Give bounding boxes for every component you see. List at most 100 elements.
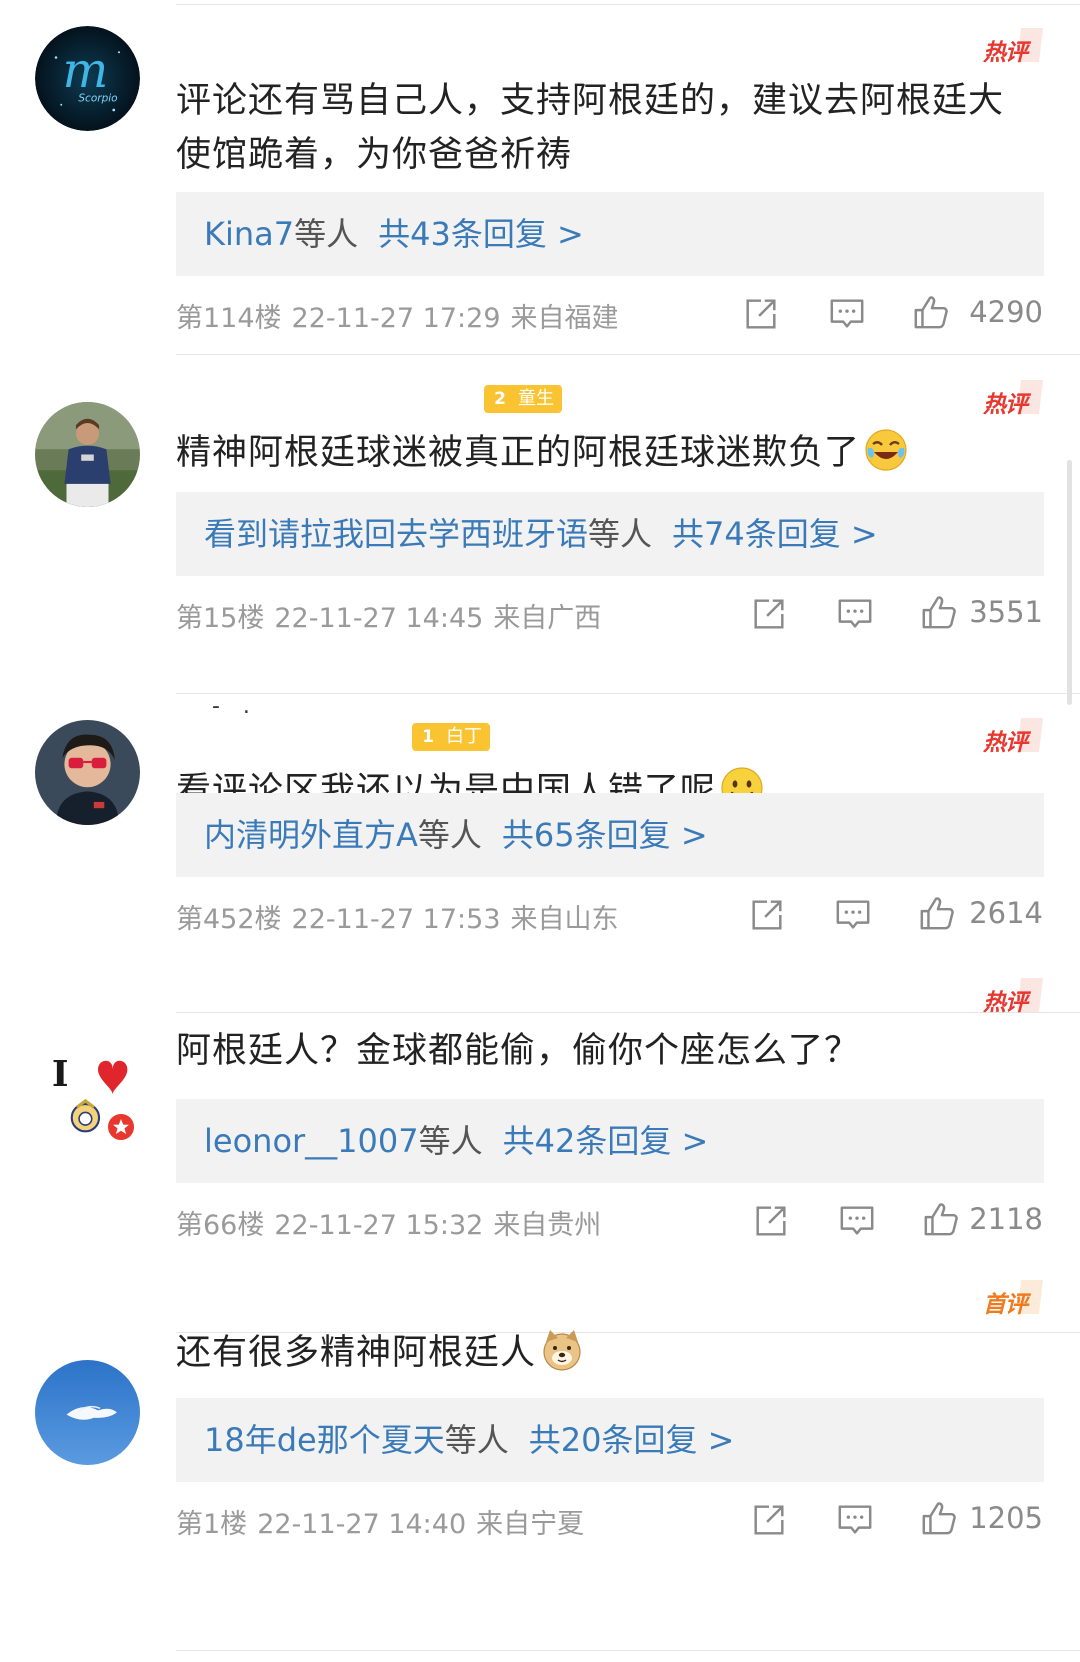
reply-count-link[interactable]: 共42条回复 > [503, 1122, 709, 1160]
badge-level-number: 1 [422, 727, 434, 747]
doge-emoji [540, 1328, 584, 1372]
reply-count-link[interactable]: 共43条回复 > [378, 215, 584, 253]
username[interactable]: - . [212, 694, 258, 719]
reply-count-link[interactable]: 共20条回复 > [529, 1421, 735, 1459]
floor-number: 第114楼 [176, 303, 282, 334]
comment-datetime: 22-11-27 14:45 [274, 603, 484, 634]
scrollbar[interactable] [1067, 460, 1072, 705]
reply-summary[interactable]: 18年de那个夏天等人 共20条回复 > [176, 1398, 1044, 1482]
reply-summary[interactable]: leonor__1007等人 共42条回复 > [176, 1099, 1044, 1183]
hot-comment-badge: 热评 [981, 378, 1043, 418]
avatar[interactable] [35, 720, 140, 825]
reply-count-link[interactable]: 共74条回复 > [672, 515, 878, 553]
floor-number: 第15楼 [176, 603, 265, 634]
comment-location: 来自贵州 [493, 1210, 602, 1241]
comment-meta: 第1楼 22-11-27 14:40 来自宁夏 [176, 1502, 594, 1541]
share-icon[interactable] [750, 1501, 788, 1539]
comment-datetime: 22-11-27 17:53 [291, 904, 501, 935]
scorpio-avatar-image: m Scorpio [35, 26, 140, 131]
share-icon[interactable] [748, 896, 786, 934]
comment-body: 精神阿根廷球迷被真正的阿根廷球迷欺负了 [176, 433, 861, 473]
svg-text:m: m [62, 43, 108, 99]
floor-number: 第452楼 [176, 904, 282, 935]
comment-datetime: 22-11-27 14:40 [257, 1509, 467, 1540]
reply-summary[interactable]: Kina7等人 共43条回复 > [176, 192, 1044, 276]
reply-names[interactable]: 18年de那个夏天 [204, 1421, 445, 1459]
hot-badge-label: 热评 [983, 990, 1028, 1016]
thumbs-up-icon[interactable] [912, 293, 950, 331]
comment-text: 精神阿根廷球迷被真正的阿根廷球迷欺负了 [176, 426, 1036, 480]
floor-number: 第66楼 [176, 1210, 265, 1241]
reply-names[interactable]: leonor__1007 [204, 1122, 419, 1160]
verified-star-badge [106, 1112, 136, 1142]
comment-item: - . 1 白丁 热评 看评论区我还以为是中国人错了呢 内清明外直方A等人 共65… [0, 694, 1080, 1013]
avatar[interactable] [35, 402, 140, 507]
reply-count-link[interactable]: 共65条回复 > [502, 816, 708, 854]
comment-item: I 热评 阿根廷人？金球都能偷，偷你个座怎么了？ leonor__1007等人共… [0, 978, 1080, 1333]
hot-comment-badge: 热评 [981, 26, 1043, 66]
floor-number: 第1楼 [176, 1509, 248, 1540]
like-count: 2118 [969, 1202, 1043, 1236]
share-icon[interactable] [750, 595, 788, 633]
comment-datetime: 22-11-27 17:29 [291, 303, 501, 334]
badge-level-number: 2 [494, 389, 506, 409]
comment-meta: 第15楼 22-11-27 14:45 来自广西 [176, 596, 611, 635]
comment-icon[interactable] [834, 896, 872, 934]
comment-meta: 第66楼 22-11-27 15:32 来自贵州 [176, 1203, 611, 1242]
comment-icon[interactable] [838, 1202, 876, 1240]
like-count: 3551 [969, 595, 1043, 629]
comment-body: 评论还有骂自己人，支持阿根廷的，建议去阿根廷大使馆跪着，为你爸爸祈祷 [176, 81, 1005, 175]
avatar[interactable] [35, 1360, 140, 1465]
reply-names[interactable]: 看到请拉我回去学西班牙语 [204, 515, 588, 553]
thumbs-up-icon[interactable] [918, 894, 956, 932]
reply-summary[interactable]: 内清明外直方A等人 共65条回复 > [176, 793, 1044, 877]
comment-meta: 第452楼 22-11-27 17:53 来自山东 [176, 897, 629, 936]
share-icon[interactable] [742, 295, 780, 333]
comment-text: 阿根廷人？金球都能偷，偷你个座怎么了？ [176, 1024, 1036, 1078]
reply-etal: 等人 [418, 1122, 483, 1160]
reply-summary[interactable]: 看到请拉我回去学西班牙语等人 共74条回复 > [176, 492, 1044, 576]
hot-comment-badge: 热评 [981, 716, 1043, 756]
reply-etal: 等人 [444, 1421, 509, 1459]
reply-etal: 等人 [588, 515, 653, 553]
share-icon[interactable] [752, 1202, 790, 1240]
hot-badge-label: 热评 [983, 392, 1028, 418]
boy-sunglasses-avatar-image [35, 720, 140, 825]
badge-level-title: 白丁 [446, 726, 482, 747]
hot-badge-label: 热评 [983, 40, 1028, 66]
svg-text:Scorpio: Scorpio [78, 93, 117, 105]
comment-icon[interactable] [828, 295, 866, 333]
comment-location: 来自宁夏 [476, 1509, 585, 1540]
comment-item: 首评 还有很多精神阿根廷人 18年de那个夏天等人 共20条回复 > 第1楼 22-… [0, 1280, 1080, 1662]
comment-text: 还有很多精神阿根廷人 [176, 1326, 1036, 1380]
like-count: 4290 [969, 295, 1043, 329]
hot-comment-badge: 热评 [981, 976, 1043, 1016]
comment-location: 来自广西 [493, 603, 602, 634]
comment-icon[interactable] [836, 1501, 874, 1539]
first-comment-badge: 首评 [981, 1278, 1043, 1318]
avatar-letter: I [52, 1053, 69, 1095]
football-player-avatar-image [35, 402, 140, 507]
comment-location: 来自福建 [510, 303, 619, 334]
reply-etal: 等人 [294, 215, 359, 253]
comment-text: 评论还有骂自己人，支持阿根廷的，建议去阿根廷大使馆跪着，为你爸爸祈祷 [176, 74, 1036, 182]
reply-names[interactable]: 内清明外直方A [204, 816, 418, 854]
reply-etal: 等人 [417, 816, 482, 854]
user-level-badge[interactable]: 1 白丁 [412, 723, 490, 751]
user-level-badge[interactable]: 2 童生 [484, 385, 562, 413]
reply-names[interactable]: Kina7 [204, 215, 294, 253]
divider [176, 1650, 1080, 1651]
comment-body: 阿根廷人？金球都能偷，偷你个座怎么了？ [176, 1031, 861, 1071]
hot-badge-label: 热评 [983, 730, 1028, 756]
comment-icon[interactable] [836, 595, 874, 633]
comment-meta: 第114楼 22-11-27 17:29 来自福建 [176, 296, 629, 335]
laughing-crying-emoji [864, 428, 908, 472]
comment-datetime: 22-11-27 15:32 [274, 1210, 484, 1241]
comment-item: 2 童生 热评 精神阿根廷球迷被真正的阿根廷球迷欺负了 看到请拉我回去学西班牙语… [0, 356, 1080, 694]
avatar[interactable]: m Scorpio [35, 26, 140, 131]
divider [176, 354, 1080, 355]
comment-location: 来自山东 [510, 904, 619, 935]
comment-body: 还有很多精神阿根廷人 [176, 1333, 537, 1373]
divider [176, 1012, 1080, 1013]
comment-item: m Scorpio 热评 评论还有骂自己人，支持阿根廷的，建议去阿根廷大使馆跪着… [0, 0, 1080, 356]
